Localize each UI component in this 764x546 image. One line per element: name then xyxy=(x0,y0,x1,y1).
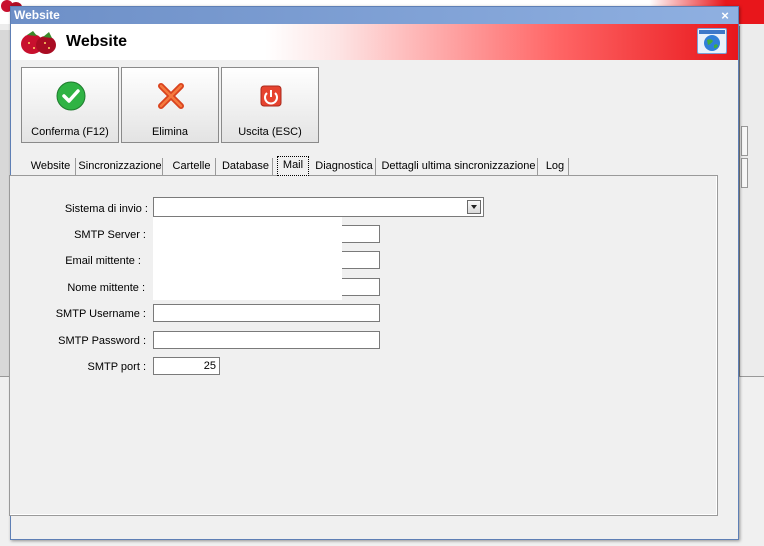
tab-strip: Website Sincronizzazione Cartelle Databa… xyxy=(13,156,717,176)
conferma-button[interactable]: Conferma (F12) xyxy=(21,67,119,143)
power-icon xyxy=(260,85,282,107)
delete-x-icon xyxy=(158,83,184,109)
uscita-button[interactable]: Uscita (ESC) xyxy=(221,67,319,143)
tab-mail[interactable]: Mail xyxy=(277,156,309,176)
dialog-header: Website xyxy=(11,24,738,60)
chevron-down-icon[interactable] xyxy=(467,200,481,214)
background-right-panel xyxy=(739,26,764,376)
nome-mittente-label: Nome mittente : xyxy=(67,282,145,294)
check-icon xyxy=(56,81,86,111)
tab-cartelle[interactable]: Cartelle xyxy=(168,158,216,176)
smtp-port-label: SMTP port : xyxy=(87,361,146,373)
window-title: Website xyxy=(14,8,60,22)
smtp-password-label: SMTP Password : xyxy=(58,335,146,347)
sistema-label: Sistema di invio : xyxy=(64,203,148,215)
smtp-server-label: SMTP Server : xyxy=(74,229,146,241)
tab-database[interactable]: Database xyxy=(219,158,273,176)
elimina-button[interactable]: Elimina xyxy=(121,67,219,143)
globe-icon xyxy=(697,28,727,54)
smtp-username-label: SMTP Username : xyxy=(55,308,146,320)
smtp-port-field[interactable] xyxy=(153,357,220,375)
window-title-bar: Website × xyxy=(11,7,738,24)
background-button xyxy=(741,126,748,156)
smtp-username-field[interactable] xyxy=(153,304,380,322)
tab-sincronizzazione[interactable]: Sincronizzazione xyxy=(78,158,163,176)
header-title: Website xyxy=(66,33,128,50)
elimina-label: Elimina xyxy=(151,126,189,138)
uscita-label: Uscita (ESC) xyxy=(238,126,302,138)
tab-dettagli-ultima-sincronizzazione[interactable]: Dettagli ultima sincronizzazione xyxy=(380,158,538,176)
tab-log[interactable]: Log xyxy=(542,158,569,176)
tab-diagnostica[interactable]: Diagnostica xyxy=(313,158,376,176)
close-icon[interactable]: × xyxy=(718,7,732,24)
strawberry-icon xyxy=(21,31,56,54)
email-mittente-label: Email mittente : xyxy=(65,255,141,267)
background-button xyxy=(741,158,748,188)
sistema-select[interactable] xyxy=(153,197,484,217)
conferma-label: Conferma (F12) xyxy=(31,126,109,138)
sistema-dropdown-list[interactable] xyxy=(153,217,342,300)
smtp-password-field[interactable] xyxy=(153,331,380,349)
tab-website[interactable]: Website xyxy=(26,158,76,176)
